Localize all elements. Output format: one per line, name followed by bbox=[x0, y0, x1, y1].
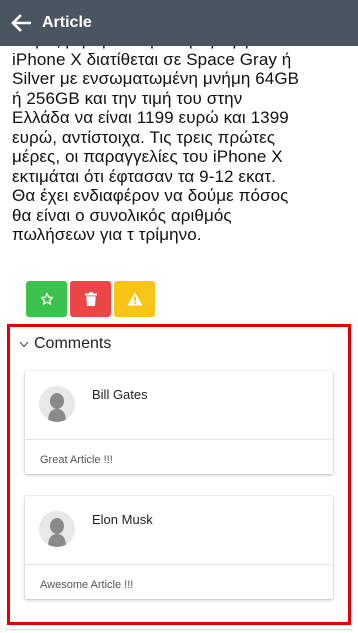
comments-section: Comments Bill Gates Great Article !!! El… bbox=[7, 324, 351, 625]
comments-toggle[interactable]: Comments bbox=[19, 335, 111, 353]
delete-button[interactable] bbox=[70, 281, 111, 317]
article-text: στην ζήτηση και την παραγωγή. Το iPhone … bbox=[12, 30, 350, 245]
trash-icon bbox=[84, 292, 97, 306]
divider bbox=[6, 629, 352, 630]
report-button[interactable] bbox=[114, 281, 155, 317]
article-line: Θα έχει ενδιαφέρον να δούμε πόσος bbox=[12, 186, 289, 205]
comment-author: Bill Gates bbox=[92, 387, 148, 402]
warning-icon bbox=[126, 292, 143, 306]
top-app-bar: Article bbox=[0, 0, 358, 46]
avatar bbox=[39, 511, 75, 547]
article-actions bbox=[26, 281, 155, 317]
user-silhouette-icon bbox=[39, 511, 75, 547]
comment-text: Great Article !!! bbox=[40, 454, 113, 466]
article-line: ευρώ, αντίστοιχα. Τις τρεις πρώτες bbox=[12, 127, 276, 147]
back-button[interactable] bbox=[0, 0, 42, 46]
comments-title: Comments bbox=[34, 335, 112, 352]
article-line: Silver με ενσωματωμένη μνήμη 64GB bbox=[12, 69, 300, 88]
star-icon bbox=[40, 292, 53, 305]
user-silhouette-icon bbox=[39, 386, 75, 422]
comment-header: Bill Gates bbox=[25, 371, 333, 440]
avatar bbox=[39, 386, 75, 422]
comment-text: Awesome Article !!! bbox=[40, 579, 134, 591]
favorite-button[interactable] bbox=[26, 281, 67, 317]
comment-card: Bill Gates Great Article !!! bbox=[25, 371, 333, 474]
chevron-down-icon bbox=[19, 341, 29, 347]
article-line: θα είναι ο συνολικός αριθμός bbox=[12, 205, 232, 225]
comment-author: Elon Musk bbox=[92, 512, 153, 527]
back-arrow-icon bbox=[11, 14, 31, 32]
article-line: iPhone X διατίθεται σε Space Gray ή bbox=[12, 49, 292, 69]
comment-card: Elon Musk Awesome Article !!! bbox=[25, 496, 333, 599]
article-line: πωλήσεων για τ τρίμηνο. bbox=[12, 225, 202, 244]
article-line: Ελλάδα να είναι 1199 ευρώ και 1399 bbox=[12, 108, 289, 127]
article-line: ή 256GB και την τιμή του στην bbox=[12, 88, 243, 108]
article-line: εκτιμάται ότι έφτασαν τα 9-12 εκατ. bbox=[12, 166, 277, 186]
page-title: Article bbox=[42, 14, 92, 31]
article-line: μέρες, οι παραγγελίες του iPhone X bbox=[12, 147, 283, 166]
comment-header: Elon Musk bbox=[25, 496, 333, 565]
